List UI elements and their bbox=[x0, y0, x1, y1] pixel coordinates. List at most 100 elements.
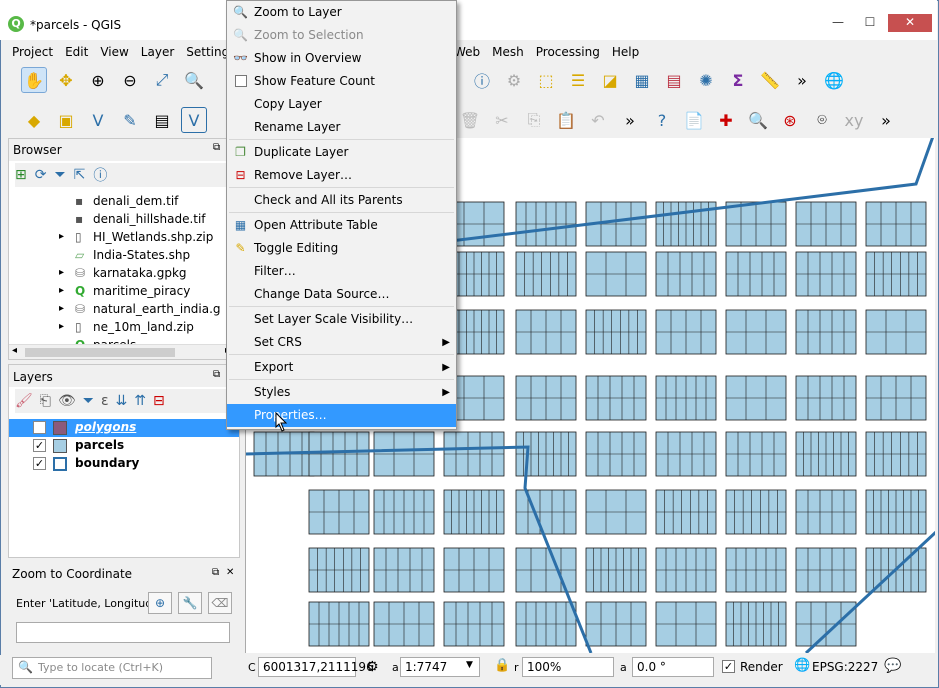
copy-icon[interactable]: ⎘ bbox=[521, 107, 547, 133]
delete-icon[interactable]: 🗑 bbox=[457, 107, 483, 133]
menu-change-data-source[interactable]: Change Data Source… bbox=[227, 283, 456, 306]
menu-export[interactable]: Export ▶ bbox=[227, 356, 456, 379]
menu-project[interactable]: Project bbox=[6, 42, 59, 62]
browser-item[interactable]: ▸ ⛁ karnataka.gpkg bbox=[9, 264, 239, 282]
menu-show-feature-count[interactable]: Show Feature Count bbox=[227, 70, 456, 93]
menu-open-attribute-table[interactable]: ▦ Open Attribute Table bbox=[227, 214, 456, 237]
menu-check-parents[interactable]: Check and All its Parents bbox=[227, 189, 456, 212]
vertex-tool-icon[interactable]: V bbox=[181, 107, 207, 133]
menu-duplicate-layer[interactable]: ❐ Duplicate Layer bbox=[227, 141, 456, 164]
menu-zoom-to-selection[interactable]: 🔍 Zoom to Selection bbox=[227, 24, 456, 47]
more-tools-icon[interactable]: » bbox=[789, 67, 815, 93]
network-icon[interactable]: ⌾ bbox=[809, 107, 835, 133]
menu-remove-layer[interactable]: ⊟ Remove Layer… bbox=[227, 164, 456, 187]
xy-icon[interactable]: xy bbox=[841, 107, 867, 133]
chevron-down-icon[interactable]: ▼ bbox=[466, 660, 473, 670]
digitize-icon[interactable]: ✎ bbox=[117, 107, 143, 133]
capture-coord-button[interactable]: 🔧 bbox=[178, 592, 202, 614]
data-source-manager-icon[interactable]: ◆ bbox=[21, 107, 47, 133]
menu-filter[interactable]: Filter… bbox=[227, 260, 456, 283]
help-icon[interactable]: ? bbox=[649, 107, 675, 133]
globe-icon[interactable]: 🌐 bbox=[821, 67, 847, 93]
close-button[interactable]: ✕ bbox=[888, 14, 932, 32]
identify-icon[interactable]: ⓘ bbox=[469, 67, 495, 93]
menu-rename-layer[interactable]: Rename Layer bbox=[227, 116, 456, 139]
browser-hscrollbar[interactable]: ◂ ▸ bbox=[9, 344, 239, 359]
remove-layer-icon[interactable]: ⊟ bbox=[153, 393, 165, 409]
add-layer-icon[interactable]: ⊞ bbox=[15, 167, 27, 183]
pan-to-selection-icon[interactable]: ✥ bbox=[53, 67, 79, 93]
add-vector-icon[interactable]: V bbox=[85, 107, 111, 133]
float-icon[interactable]: ⧉ bbox=[213, 369, 220, 380]
zoom-out-icon[interactable]: ⊖ bbox=[117, 67, 143, 93]
browser-item[interactable]: ▸ Qmaritime_piracy bbox=[9, 282, 239, 300]
scroll-left-icon[interactable]: ◂ bbox=[12, 345, 17, 356]
refresh-icon[interactable]: ⟳ bbox=[35, 167, 47, 183]
browser-item[interactable]: ▱ India-States.shp bbox=[9, 246, 239, 264]
more-edit-icon[interactable]: » bbox=[617, 107, 643, 133]
menu-mesh[interactable]: Mesh bbox=[486, 42, 530, 62]
menu-styles[interactable]: Styles ▶ bbox=[227, 381, 456, 404]
add-group-icon[interactable]: ⎗ bbox=[40, 393, 51, 409]
target-icon[interactable]: ⊛ bbox=[777, 107, 803, 133]
scroll-thumb[interactable] bbox=[25, 348, 175, 357]
browser-item[interactable]: ▸ ▯ ne_10m_land.zip bbox=[9, 318, 239, 336]
collapse-all-icon[interactable]: ⇈ bbox=[134, 393, 146, 409]
expand-all-icon[interactable]: ⇊ bbox=[116, 393, 128, 409]
expression-icon[interactable]: ε bbox=[101, 393, 109, 409]
menu-help[interactable]: Help bbox=[606, 42, 645, 62]
browser-item[interactable]: ▸ ▯ HI_Wetlands.shp.zip bbox=[9, 228, 239, 246]
crs-globe-icon[interactable]: 🌐 bbox=[794, 658, 810, 673]
pan-icon[interactable]: ✋ bbox=[21, 67, 47, 93]
menu-view[interactable]: View bbox=[94, 42, 134, 62]
layer-checkbox[interactable]: ✓ bbox=[33, 439, 46, 452]
menu-show-in-overview[interactable]: 👓 Show in Overview bbox=[227, 47, 456, 70]
menu-processing[interactable]: Processing bbox=[530, 42, 606, 62]
coordinate-input[interactable] bbox=[16, 622, 230, 643]
more-right-icon[interactable]: » bbox=[873, 107, 899, 133]
browser-item[interactable]: ▪ denali_dem.tif bbox=[9, 192, 239, 210]
float-icon[interactable]: ⧉ bbox=[213, 142, 220, 153]
new-layer-icon[interactable]: ▣ bbox=[53, 107, 79, 133]
render-checkbox[interactable]: ✓ bbox=[722, 660, 735, 673]
menu-set-scale-visibility[interactable]: Set Layer Scale Visibility… bbox=[227, 308, 456, 331]
map-tips-icon[interactable]: ✚ bbox=[713, 107, 739, 133]
menu-properties[interactable]: Properties… bbox=[227, 404, 456, 427]
zoom-layer-icon[interactable]: 🔍 bbox=[181, 67, 207, 93]
browser-item[interactable]: ▸ ⛁ natural_earth_india.g bbox=[9, 300, 239, 318]
undo-icon[interactable]: ↶ bbox=[585, 107, 611, 133]
minimize-button[interactable]: — bbox=[826, 14, 850, 32]
zoom-full-icon[interactable]: ⤢ bbox=[149, 67, 175, 93]
menu-layer[interactable]: Layer bbox=[135, 42, 180, 62]
new-layout-icon[interactable]: 📄 bbox=[681, 107, 707, 133]
clear-coord-button[interactable]: ⌫ bbox=[208, 592, 232, 614]
magnifier-field[interactable]: 100% bbox=[522, 657, 614, 677]
rotation-field[interactable]: 0.0 ° bbox=[632, 657, 714, 677]
layer-row-parcels[interactable]: ✓ parcels bbox=[9, 437, 239, 455]
paste-icon[interactable]: 📋 bbox=[553, 107, 579, 133]
layer-row-polygons[interactable]: polygons bbox=[9, 419, 239, 437]
add-chip-icon[interactable]: ▤ bbox=[149, 107, 175, 133]
collapse-icon[interactable]: ⇱ bbox=[74, 167, 86, 183]
menu-set-crs[interactable]: Set CRS ▶ bbox=[227, 331, 456, 354]
menu-copy-layer[interactable]: Copy Layer bbox=[227, 93, 456, 116]
toolbox-icon[interactable]: ✺ bbox=[693, 67, 719, 93]
field-calculator-icon[interactable]: Σ bbox=[725, 67, 751, 93]
select-value-icon[interactable]: ☰ bbox=[565, 67, 591, 93]
close-panel-icon[interactable]: ✕ bbox=[226, 567, 234, 578]
menu-toggle-editing[interactable]: ✎ Toggle Editing bbox=[227, 237, 456, 260]
attribute-table-icon[interactable]: ▦ bbox=[629, 67, 655, 93]
statistics-icon[interactable]: ▤ bbox=[661, 67, 687, 93]
measure-icon[interactable]: 📏 bbox=[757, 67, 783, 93]
cut-icon[interactable]: ✂ bbox=[489, 107, 515, 133]
zoom-in-icon[interactable]: ⊕ bbox=[85, 67, 111, 93]
info-icon[interactable]: ⓘ bbox=[93, 165, 107, 185]
crs-label[interactable]: EPSG:2227 bbox=[812, 660, 878, 674]
layer-checkbox[interactable]: ✓ bbox=[33, 457, 46, 470]
layer-checkbox[interactable] bbox=[33, 421, 46, 434]
lock-icon[interactable]: 🔒 bbox=[494, 658, 510, 673]
layer-row-boundary[interactable]: ✓ boundary bbox=[9, 455, 239, 473]
menu-edit[interactable]: Edit bbox=[59, 42, 94, 62]
locate-icon[interactable]: 🔍 bbox=[745, 107, 771, 133]
zoom-to-coord-button[interactable]: ⊕ bbox=[148, 592, 172, 614]
